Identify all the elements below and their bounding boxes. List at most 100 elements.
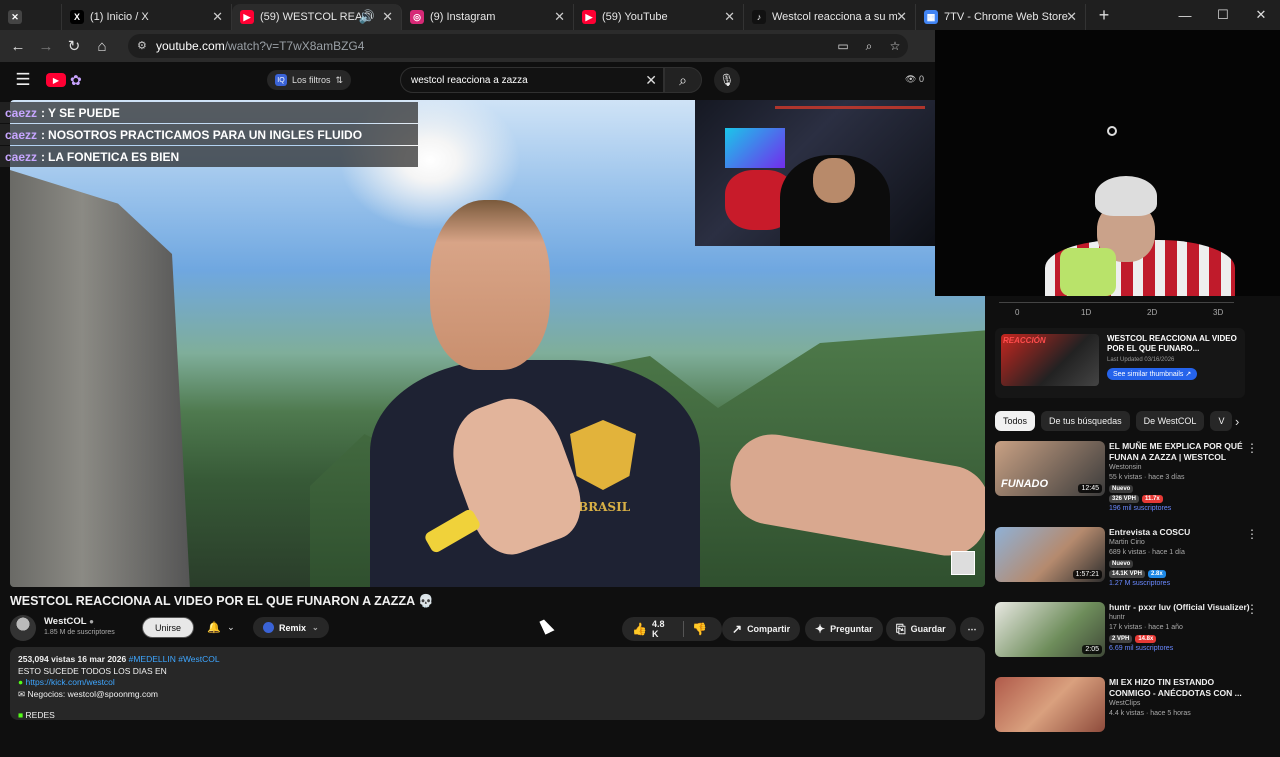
related-video[interactable]: FUNADO 12:45 EL MUÑE ME EXPLICA POR QUÉ … <box>995 441 1280 521</box>
new-tab-button[interactable]: + <box>1090 5 1118 26</box>
kick-link[interactable]: https://kick.com/westcol <box>26 677 115 687</box>
more-options-icon[interactable]: ⋮ <box>1246 527 1258 541</box>
video-thumbnail[interactable]: FUNADO 12:45 <box>995 441 1105 496</box>
video-thumbnail[interactable]: 2:05 <box>995 602 1105 657</box>
close-tab-icon[interactable]: ✕ <box>382 9 393 25</box>
chevron-right-icon[interactable]: › <box>1235 414 1239 429</box>
video-title[interactable]: huntr - pxxr luv (Official Visualizer) <box>1109 602 1254 613</box>
tab-x-inicio[interactable]: X (1) Inicio / X ✕ <box>62 4 232 30</box>
video-title[interactable]: Entrevista a COSCU <box>1109 527 1254 538</box>
chevron-down-icon: ⌄ <box>227 622 235 632</box>
close-window-icon[interactable]: ✕ <box>1242 0 1280 30</box>
video-title[interactable]: MI EX HIZO TIN ESTANDO CONMIGO - ANÉCDOT… <box>1109 677 1254 699</box>
video-thumbnail[interactable] <box>995 677 1105 732</box>
zoom-icon[interactable]: ⌕ <box>856 34 882 58</box>
doodle-icon: ✿ <box>70 71 82 88</box>
sparkle-icon: ✦ <box>815 622 826 636</box>
chip-de-westcol[interactable]: De WestCOL <box>1135 411 1205 431</box>
chip-more[interactable]: V <box>1210 411 1233 431</box>
reactor-webcam-overlay: 0 <box>935 30 1280 296</box>
address-bar[interactable]: ⚙ youtube.com/watch?v=T7wX8amBZG4 ▭ ⌕ ☆ <box>128 34 908 58</box>
bell-icon: 🔔 <box>207 622 222 634</box>
video-description[interactable]: 253,094 vistas 16 mar 2026 #MEDELLIN #We… <box>10 647 985 720</box>
forward-arrow-icon[interactable]: → <box>32 38 60 55</box>
video-channel[interactable]: Westonsin <box>1109 463 1254 473</box>
bookmark-star-icon[interactable]: ☆ <box>882 34 908 58</box>
tab-chrome-web-store[interactable]: ▦ 7TV - Chrome Web Store ✕ <box>916 4 1086 30</box>
close-tab-icon[interactable]: ✕ <box>896 9 907 25</box>
more-actions-button[interactable]: ⋯ <box>960 617 984 641</box>
cast-icon[interactable]: ▭ <box>830 34 856 58</box>
reload-icon[interactable]: ↻ <box>60 37 88 55</box>
mail-icon: ✉ <box>18 688 26 699</box>
maximize-icon[interactable]: ☐ <box>1204 0 1242 30</box>
notifications-button[interactable]: 🔔 ⌄ <box>200 617 242 638</box>
hashtags[interactable]: #MEDELLIN #WestCOL <box>129 654 220 664</box>
chip-de-tus-busquedas[interactable]: De tus búsquedas <box>1041 411 1130 431</box>
close-tab-icon[interactable]: ✕ <box>212 9 223 25</box>
back-arrow-icon[interactable]: ← <box>4 38 32 55</box>
tab-westcol-video[interactable]: ▶ (59) WESTCOL REACCI 🔊 ✕ <box>232 4 402 30</box>
join-button[interactable]: Unirse <box>142 617 195 638</box>
minimize-icon[interactable]: — <box>1166 0 1204 30</box>
speaker-icon[interactable]: 🔊 <box>359 9 375 25</box>
tab-label: (9) Instagram <box>430 11 496 23</box>
close-tab-icon[interactable]: ✕ <box>554 9 565 25</box>
see-similar-thumbnails-button[interactable]: See similar thumbnails ↗ <box>1107 368 1198 380</box>
stream-chat-overlay: caezz: Y SE PUEDE caezz: NOSOTROS PRACTI… <box>0 102 418 168</box>
chip-todos[interactable]: Todos <box>995 411 1036 431</box>
search-button[interactable]: ⌕ <box>664 67 702 93</box>
menu-icon[interactable]: ☰ <box>0 70 46 90</box>
filters-label: Los filtros <box>292 75 331 85</box>
more-options-icon[interactable]: ⋮ <box>1246 441 1258 455</box>
video-channel[interactable]: WestClips <box>1109 699 1254 709</box>
axis-tick: 2D <box>1147 308 1158 317</box>
site-info-icon[interactable]: ⚙ <box>137 39 147 52</box>
channel-name[interactable]: WestCOL ● <box>44 616 94 627</box>
muted-tab-icon: ✕ <box>8 10 22 24</box>
channel-watermark[interactable] <box>951 551 975 575</box>
kick-icon: ● <box>18 677 24 687</box>
save-button[interactable]: ⎘ Guardar <box>886 617 956 641</box>
video-channel[interactable]: huntr <box>1109 613 1254 623</box>
video-duration: 1:57:21 <box>1072 570 1102 579</box>
like-count[interactable]: 4.8 K <box>652 619 669 639</box>
voice-search-button[interactable]: 🎙 <box>714 67 740 93</box>
youtube-logo-icon[interactable]: ▶ <box>46 73 66 87</box>
browser-toolbar: ← → ↻ ⌂ ⚙ youtube.com/watch?v=T7wX8amBZG… <box>0 30 935 62</box>
video-channel[interactable]: Martin Cirio <box>1109 538 1254 548</box>
more-options-icon[interactable]: ⋮ <box>1246 602 1258 616</box>
search-input[interactable]: westcol reacciona a zazza ✕ <box>400 67 664 93</box>
filters-button[interactable]: IQ Los filtros ⇅ <box>267 70 352 90</box>
home-icon[interactable]: ⌂ <box>88 38 116 55</box>
streamer-face <box>813 158 855 203</box>
video-thumbnail[interactable]: 1:57:21 <box>995 527 1105 582</box>
related-video[interactable]: MI EX HIZO TIN ESTANDO CONMIGO - ANÉCDOT… <box>995 677 1280 757</box>
axis-tick: 3D <box>1213 308 1224 317</box>
like-icon[interactable]: 👍 <box>632 622 647 636</box>
tab-muted[interactable]: ✕ <box>0 4 62 30</box>
ask-button[interactable]: ✦ Preguntar <box>805 617 883 641</box>
share-button[interactable]: ↗ Compartir <box>722 617 801 641</box>
sliders-icon: ⇅ <box>335 74 344 85</box>
shirt-text: BRASIL <box>578 500 631 514</box>
dislike-icon[interactable]: 👎 <box>692 622 707 636</box>
led-strip <box>775 106 925 109</box>
bookmark-icon: ⎘ <box>896 621 906 636</box>
related-video[interactable]: 1:57:21 Entrevista a COSCU Martin Cirio … <box>995 527 1280 607</box>
ratio-badge: 11.7x <box>1142 495 1163 503</box>
video-title[interactable]: EL MUÑE ME EXPLICA POR QUÉ FUNAN A ZAZZA… <box>1109 441 1254 463</box>
tab-tiktok[interactable]: ♪ Westcol reacciona a su m ✕ <box>744 4 916 30</box>
remix-button[interactable]: Remix ⌄ <box>253 617 329 638</box>
tab-youtube[interactable]: ▶ (59) YouTube ✕ <box>574 4 744 30</box>
close-tab-icon[interactable]: ✕ <box>1066 9 1077 25</box>
vph-badge: 2 VPH <box>1109 635 1133 643</box>
channel-avatar[interactable] <box>10 615 36 641</box>
tab-instagram[interactable]: ◎ (9) Instagram ✕ <box>402 4 574 30</box>
thumbnail-insight-card[interactable]: REACCIÓN WESTCOL REACCIONA AL VIDEO POR … <box>995 328 1245 398</box>
axis-tick: 1D <box>1081 308 1092 317</box>
related-video[interactable]: 2:05 huntr - pxxr luv (Official Visualiz… <box>995 602 1280 682</box>
clear-search-icon[interactable]: ✕ <box>645 72 657 89</box>
close-tab-icon[interactable]: ✕ <box>724 9 735 25</box>
description-line: ESTO SUCEDE TODOS LOS DIAS EN <box>18 665 167 676</box>
